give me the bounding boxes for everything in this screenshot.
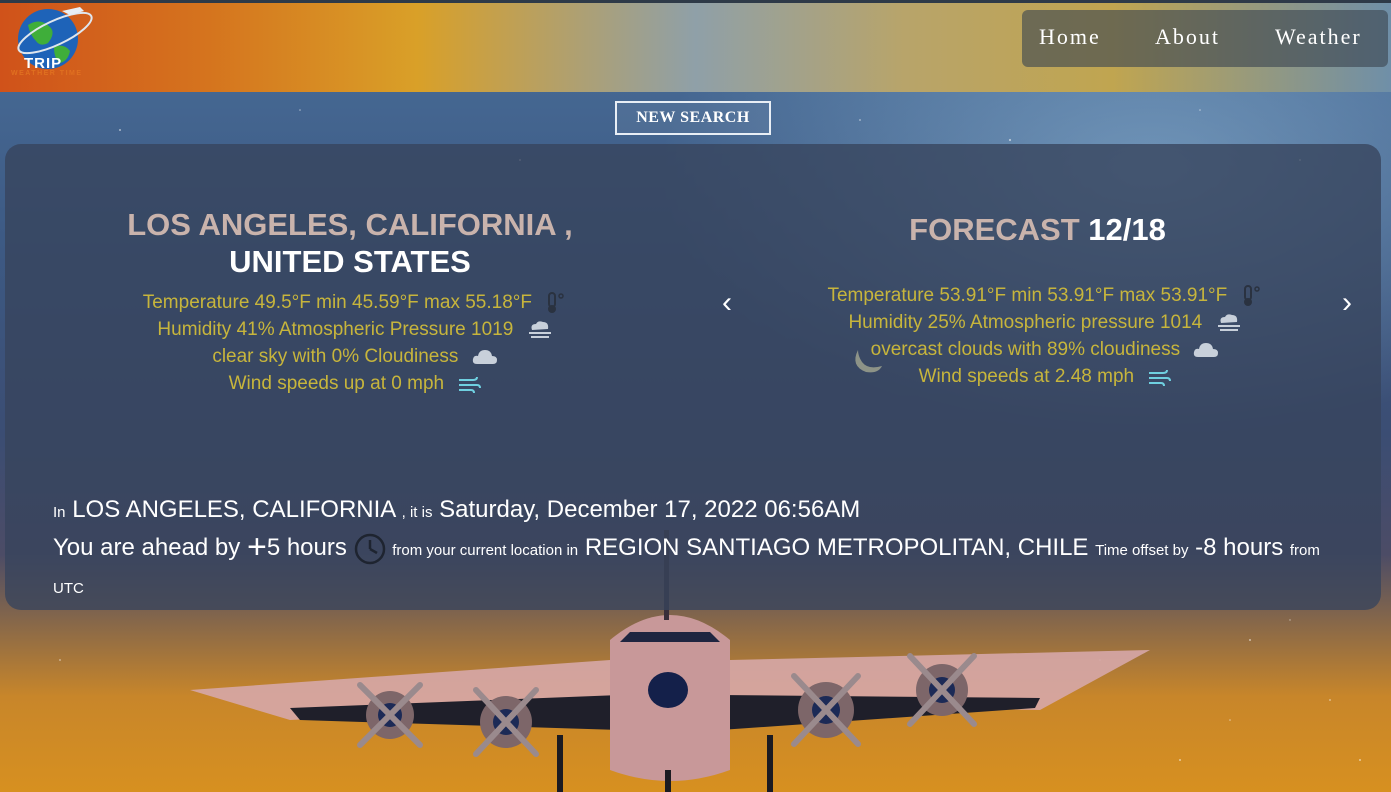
plus-sign: + — [246, 528, 267, 566]
forecast-heading: FORECAST 12/18 — [805, 212, 1270, 248]
current-location: REGION SANTIAGO METROPOLITAN, CHILE — [584, 534, 1089, 561]
offset-hours: 5 hours — [266, 534, 347, 561]
fog-icon — [1217, 314, 1240, 331]
forecast-wind-row: Wind speeds at 2.48 mph — [765, 363, 1325, 390]
forecast-sky-row: overcast clouds with 89% cloudiness — [765, 336, 1325, 363]
forecast-next-arrow[interactable]: › — [1342, 286, 1352, 320]
time-comparison-text: In LOS ANGELES, CALIFORNIA , it is Satur… — [53, 492, 1353, 606]
forecast-temperature: Temperature 53.91°F min 53.91°F max 53.9… — [827, 285, 1228, 306]
forecast-prev-arrow[interactable]: ‹ — [722, 286, 732, 320]
time-city: LOS ANGELES, CALIFORNIA — [72, 496, 395, 523]
current-wind-row: Wind speeds up at 0 mph — [65, 370, 645, 397]
city-name: LOS ANGELES, CALIFORNIA , — [127, 207, 573, 242]
from-location-label: from your current location in — [392, 542, 579, 559]
nav-about-link[interactable]: About — [1155, 24, 1220, 50]
forecast-temperature-row: Temperature 53.91°F min 53.91°F max 53.9… — [765, 282, 1325, 309]
forecast-weather-details: Temperature 53.91°F min 53.91°F max 53.9… — [765, 282, 1325, 390]
country-name: UNITED STATES — [229, 244, 471, 279]
forecast-wind: Wind speeds at 2.48 mph — [918, 366, 1135, 387]
forecast-title: FORECAST — [909, 212, 1080, 247]
current-humidity: Humidity 41% Atmospheric Pressure 1019 — [157, 319, 514, 340]
local-datetime: Saturday, December 17, 2022 06:56AM — [439, 496, 861, 523]
clock-icon — [354, 533, 385, 564]
current-temperature-row: Temperature 49.5°F min 45.59°F max 55.18… — [65, 289, 645, 316]
time-offset-label: Time offset by — [1095, 542, 1189, 559]
cloud-icon — [472, 349, 497, 364]
forecast-date: 12/18 — [1088, 212, 1166, 247]
forecast-humidity-row: Humidity 25% Atmospheric pressure 1014 — [765, 309, 1325, 336]
new-search-button[interactable]: NEW SEARCH — [615, 101, 771, 135]
logo-subtext: WEATHER TIME — [11, 70, 83, 77]
current-sky: clear sky with 0% Cloudiness — [212, 346, 459, 367]
current-city-heading: LOS ANGELES, CALIFORNIA , UNITED STATES — [65, 206, 635, 280]
fog-icon — [528, 321, 551, 338]
current-wind: Wind speeds up at 0 mph — [228, 373, 445, 394]
forecast-sky: overcast clouds with 89% cloudiness — [870, 339, 1181, 360]
wind-icon — [459, 376, 482, 394]
in-label: In — [53, 504, 66, 521]
nav-menu: Home About Weather — [1022, 10, 1388, 67]
nav-home-link[interactable]: Home — [1039, 24, 1101, 50]
utc-offset: -8 hours — [1195, 534, 1284, 561]
nav-weather-link[interactable]: Weather — [1275, 24, 1362, 50]
weather-panel: LOS ANGELES, CALIFORNIA , UNITED STATES … — [5, 144, 1381, 610]
thermometer-icon — [1243, 284, 1260, 306]
thermometer-icon — [548, 291, 565, 313]
current-sky-row: clear sky with 0% Cloudiness — [65, 343, 645, 370]
ahead-label: You are ahead by — [53, 534, 241, 561]
wind-icon — [1149, 369, 1172, 387]
current-weather-details: Temperature 49.5°F min 45.59°F max 55.18… — [65, 289, 645, 397]
current-humidity-row: Humidity 41% Atmospheric Pressure 1019 — [65, 316, 645, 343]
it-is-label: , it is — [401, 504, 433, 521]
cloud-icon — [1194, 342, 1219, 357]
current-temperature: Temperature 49.5°F min 45.59°F max 55.18… — [142, 292, 532, 313]
top-navigation-bar: TRIP WEATHER TIME Home About Weather — [0, 0, 1391, 92]
forecast-humidity: Humidity 25% Atmospheric pressure 1014 — [848, 312, 1203, 333]
